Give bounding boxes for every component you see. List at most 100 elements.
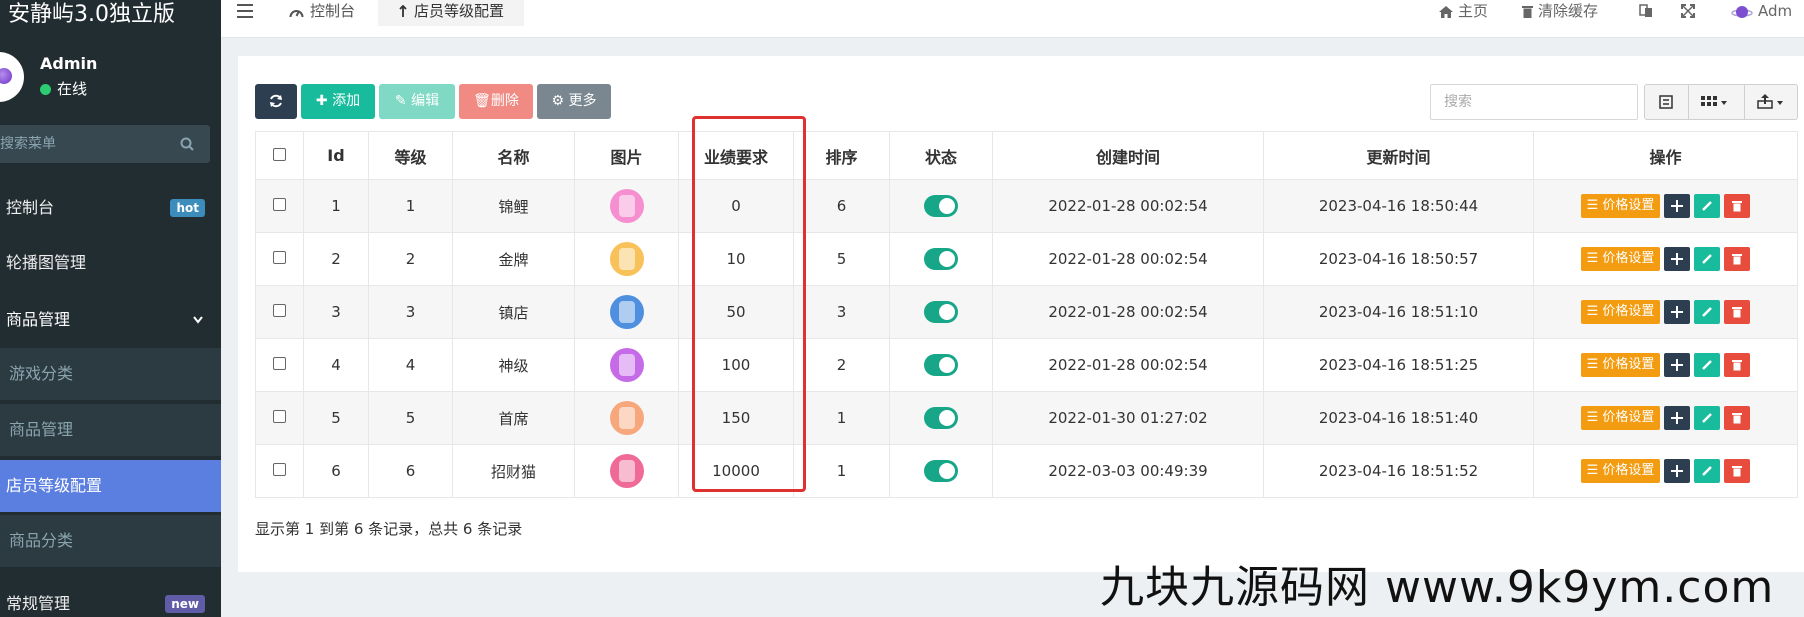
row-checkbox[interactable]	[273, 198, 286, 211]
select-all-checkbox[interactable]	[273, 148, 286, 161]
fullscreen-icon[interactable]	[1681, 4, 1695, 18]
level-badge-image[interactable]	[609, 189, 644, 223]
search-icon[interactable]	[180, 137, 194, 151]
table-view-button[interactable]	[1645, 85, 1689, 119]
price-settings-button[interactable]: ☰ 价格设置	[1580, 406, 1661, 430]
delete-row-button[interactable]	[1724, 353, 1751, 377]
col-sort[interactable]: 排序	[793, 131, 890, 180]
search-input[interactable]	[1430, 84, 1638, 120]
col-name[interactable]: 名称	[452, 131, 575, 180]
cell-sort: 6	[793, 179, 890, 233]
cell-id: 6	[303, 444, 369, 498]
sidebar-item-banner[interactable]: 轮播图管理	[0, 237, 221, 289]
drag-sort-button[interactable]	[1664, 459, 1691, 483]
sidebar: 安静屿3.0独立版 Admin 在线 控制台 hot 轮播图管理 商品管理 游戏…	[0, 0, 221, 617]
delete-button[interactable]: 🗑删除	[459, 84, 533, 119]
row-checkbox[interactable]	[273, 304, 286, 317]
row-checkbox[interactable]	[273, 463, 286, 476]
cell-name: 首席	[452, 391, 575, 445]
col-image[interactable]: 图片	[574, 131, 679, 180]
cell-created: 2022-01-28 00:02:54	[992, 179, 1264, 233]
translate-icon[interactable]	[1639, 4, 1653, 18]
delete-label: 删除	[490, 93, 519, 109]
sidebar-item-staff-level[interactable]: 店员等级配置	[0, 460, 221, 512]
cell-id: 3	[303, 285, 369, 339]
status-toggle[interactable]	[924, 195, 958, 217]
col-level[interactable]: 等级	[368, 131, 453, 180]
row-checkbox[interactable]	[273, 251, 286, 264]
delete-row-button[interactable]	[1724, 194, 1751, 218]
row-checkbox[interactable]	[273, 410, 286, 423]
status-toggle[interactable]	[924, 407, 958, 429]
level-badge-image[interactable]	[609, 454, 644, 488]
edit-row-button[interactable]	[1694, 406, 1721, 430]
menu-toggle-icon[interactable]	[237, 4, 253, 18]
status-toggle[interactable]	[924, 248, 958, 270]
tab-staff-level[interactable]: 店员等级配置	[378, 0, 525, 26]
columns-icon	[1701, 96, 1727, 106]
status-toggle[interactable]	[924, 354, 958, 376]
more-button[interactable]: ⚙ 更多	[537, 84, 611, 119]
new-badge: new	[165, 595, 205, 613]
edit-label: 编辑	[411, 93, 440, 109]
level-badge-image[interactable]	[609, 242, 644, 276]
col-id[interactable]: Id	[303, 131, 369, 180]
level-badge-image[interactable]	[609, 348, 644, 382]
drag-sort-button[interactable]	[1664, 194, 1691, 218]
sidebar-item-label: 游戏分类	[9, 364, 74, 383]
level-badge-image[interactable]	[609, 401, 644, 435]
trash-icon	[1732, 360, 1743, 371]
edit-button[interactable]: ✎ 编辑	[379, 84, 455, 119]
sidebar-search-input[interactable]	[0, 125, 170, 163]
add-button[interactable]: ✚ 添加	[301, 84, 375, 119]
cell-image	[574, 444, 679, 498]
delete-row-button[interactable]	[1724, 459, 1751, 483]
sidebar-item-game-category[interactable]: 游戏分类	[0, 348, 221, 400]
row-checkbox[interactable]	[273, 357, 286, 370]
level-badge-image[interactable]	[609, 295, 644, 329]
col-status[interactable]: 状态	[889, 131, 993, 180]
drag-sort-button[interactable]	[1664, 247, 1691, 271]
price-settings-button[interactable]: ☰ 价格设置	[1580, 247, 1661, 271]
columns-button[interactable]	[1689, 85, 1745, 119]
pencil-icon	[1702, 466, 1713, 476]
sidebar-item-goods[interactable]: 商品管理	[0, 404, 221, 456]
edit-row-button[interactable]	[1694, 300, 1721, 324]
status-toggle[interactable]	[924, 301, 958, 323]
delete-row-button[interactable]	[1724, 247, 1751, 271]
status-toggle[interactable]	[924, 460, 958, 482]
sidebar-item-goods-management[interactable]: 商品管理	[0, 294, 221, 346]
price-settings-button[interactable]: ☰ 价格设置	[1580, 459, 1661, 483]
drag-sort-button[interactable]	[1664, 300, 1691, 324]
clear-cache-link[interactable]: 清除缓存	[1522, 0, 1598, 26]
edit-row-button[interactable]	[1694, 194, 1721, 218]
price-settings-button[interactable]: ☰ 价格设置	[1580, 353, 1661, 377]
col-created[interactable]: 创建时间	[992, 131, 1264, 180]
edit-row-button[interactable]	[1694, 459, 1721, 483]
edit-row-button[interactable]	[1694, 247, 1721, 271]
cell-level: 6	[368, 444, 453, 498]
cell-updated: 2023-04-16 18:51:52	[1263, 444, 1534, 498]
export-button[interactable]	[1745, 85, 1797, 119]
list-icon: ☰	[1586, 198, 1603, 213]
refresh-button[interactable]	[255, 84, 297, 119]
delete-row-button[interactable]	[1724, 300, 1751, 324]
table-row: 3 3 镇店 50 3 2022-01-28 00:02:54 2023-04-16 18:…	[255, 285, 1798, 339]
drag-sort-button[interactable]	[1664, 406, 1691, 430]
delete-row-button[interactable]	[1724, 406, 1751, 430]
tab-dashboard[interactable]: 控制台	[269, 0, 375, 26]
user-menu[interactable]: Adm	[1731, 0, 1792, 26]
drag-sort-button[interactable]	[1664, 353, 1691, 377]
home-link[interactable]: 主页	[1439, 0, 1488, 26]
sidebar-item-dashboard[interactable]: 控制台 hot	[0, 182, 221, 234]
price-settings-button[interactable]: ☰ 价格设置	[1580, 300, 1661, 324]
cell-created: 2022-01-28 00:02:54	[992, 232, 1264, 286]
tab-label: 店员等级配置	[414, 2, 505, 20]
sidebar-item-goods-category[interactable]: 商品分类	[0, 515, 221, 567]
edit-row-button[interactable]	[1694, 353, 1721, 377]
cell-operations: ☰ 价格设置	[1533, 232, 1798, 286]
price-settings-button[interactable]: ☰ 价格设置	[1580, 194, 1661, 218]
sidebar-item-general[interactable]: 常规管理 new	[0, 578, 221, 617]
col-updated[interactable]: 更新时间	[1263, 131, 1534, 180]
trash-icon	[1732, 254, 1743, 265]
